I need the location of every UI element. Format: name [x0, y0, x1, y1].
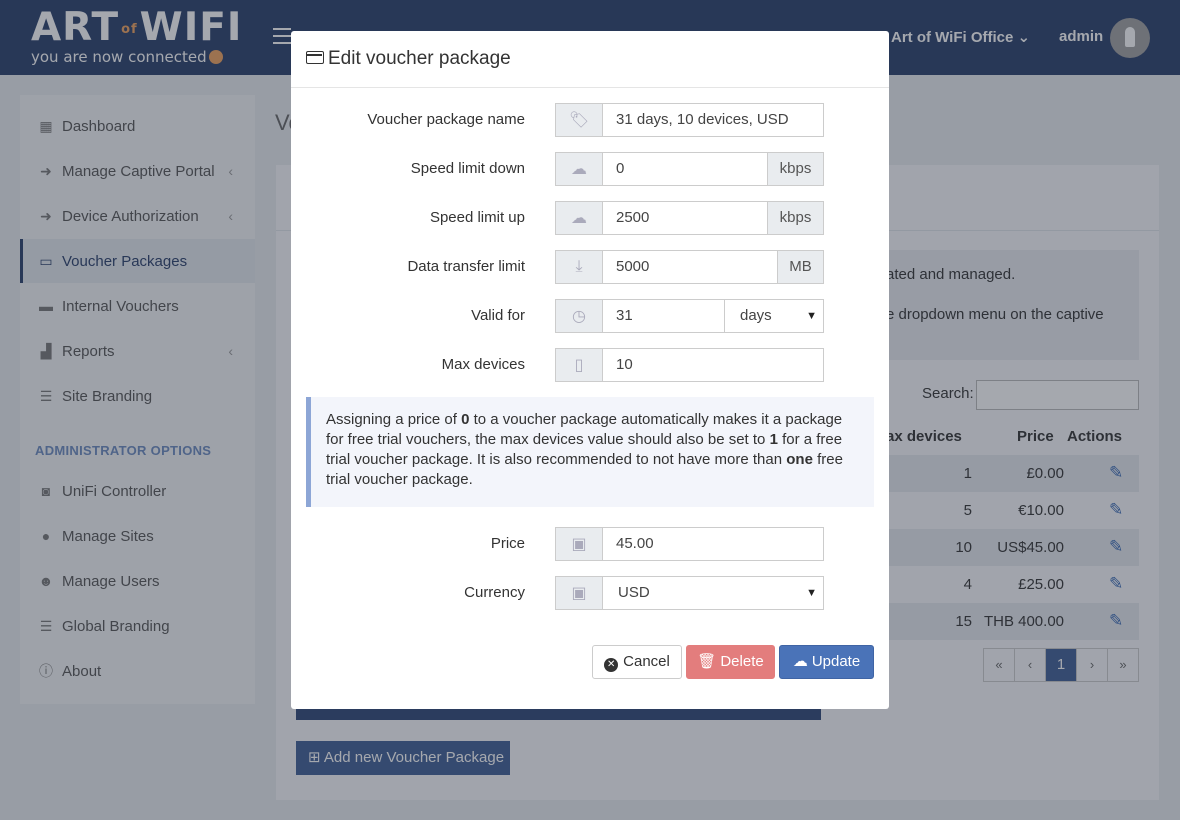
max-devices-label: Max devices [441, 356, 525, 373]
speed-down-label: Speed limit down [410, 160, 525, 177]
money-bill-icon: ▣ [555, 576, 603, 610]
credit-card-icon [306, 51, 324, 64]
speed-up-unit: kbps [767, 201, 824, 235]
currency-label: Currency [464, 584, 525, 601]
form-row-speed-up: Speed limit up ☁ 2500 kbps [291, 201, 889, 235]
speed-up-label: Speed limit up [429, 209, 525, 226]
cloud-download-icon: ☁ [555, 152, 603, 186]
modal-header: Edit voucher package [291, 31, 889, 88]
form-row-currency: Currency ▣ USD ▼ [291, 576, 889, 610]
data-limit-label: Data transfer limit [407, 258, 525, 275]
currency-select[interactable]: USD ▼ [602, 576, 824, 610]
price-input[interactable]: 45.00 [602, 527, 824, 561]
tablet-icon: ▯ [555, 348, 603, 382]
cancel-button[interactable]: ✕ Cancel [592, 645, 682, 679]
select-chevron-down-icon: ▼ [806, 310, 817, 322]
max-devices-input[interactable]: 10 [602, 348, 824, 382]
speed-down-unit: kbps [767, 152, 824, 186]
valid-for-unit-select[interactable]: days ▼ [724, 299, 824, 333]
data-limit-input[interactable]: 5000 [602, 250, 778, 284]
money-bill-icon: ▣ [555, 527, 603, 561]
form-row-price: Price ▣ 45.00 [291, 527, 889, 561]
data-limit-unit: MB [777, 250, 824, 284]
package-name-input[interactable]: 31 days, 10 devices, USD [602, 103, 824, 137]
download-icon: ⤓ [555, 250, 603, 284]
trash-icon: 🗑 [697, 653, 717, 670]
speed-up-input[interactable]: 2500 [602, 201, 768, 235]
clock-icon: ◷ [555, 299, 603, 333]
price-label: Price [490, 535, 525, 552]
times-circle-icon: ✕ [604, 658, 619, 672]
form-row-data-limit: Data transfer limit ⤓ 5000 MB [291, 250, 889, 284]
tag-icon: 🏷 [555, 103, 603, 137]
update-button[interactable]: ☁ Update [779, 645, 874, 679]
valid-for-input[interactable]: 31 [602, 299, 725, 333]
edit-voucher-package-modal: Edit voucher package Voucher package nam… [291, 31, 889, 709]
form-row-package-name: Voucher package name 🏷 31 days, 10 devic… [291, 103, 889, 137]
modal-title: Edit voucher package [328, 48, 511, 69]
cloud-upload-icon: ☁ [792, 653, 808, 670]
package-name-label: Voucher package name [367, 111, 525, 128]
form-row-speed-down: Speed limit down ☁ 0 kbps [291, 152, 889, 186]
select-chevron-down-icon: ▼ [806, 587, 817, 599]
form-row-valid-for: Valid for ◷ 31 days ▼ [291, 299, 889, 333]
speed-down-input[interactable]: 0 [602, 152, 768, 186]
form-row-max-devices: Max devices ▯ 10 [291, 348, 889, 382]
delete-button[interactable]: 🗑 Delete [686, 645, 775, 679]
cloud-upload-icon: ☁ [555, 201, 603, 235]
valid-for-label: Valid for [471, 307, 525, 324]
free-trial-info-callout: Assigning a price of 0 to a voucher pack… [306, 397, 874, 507]
